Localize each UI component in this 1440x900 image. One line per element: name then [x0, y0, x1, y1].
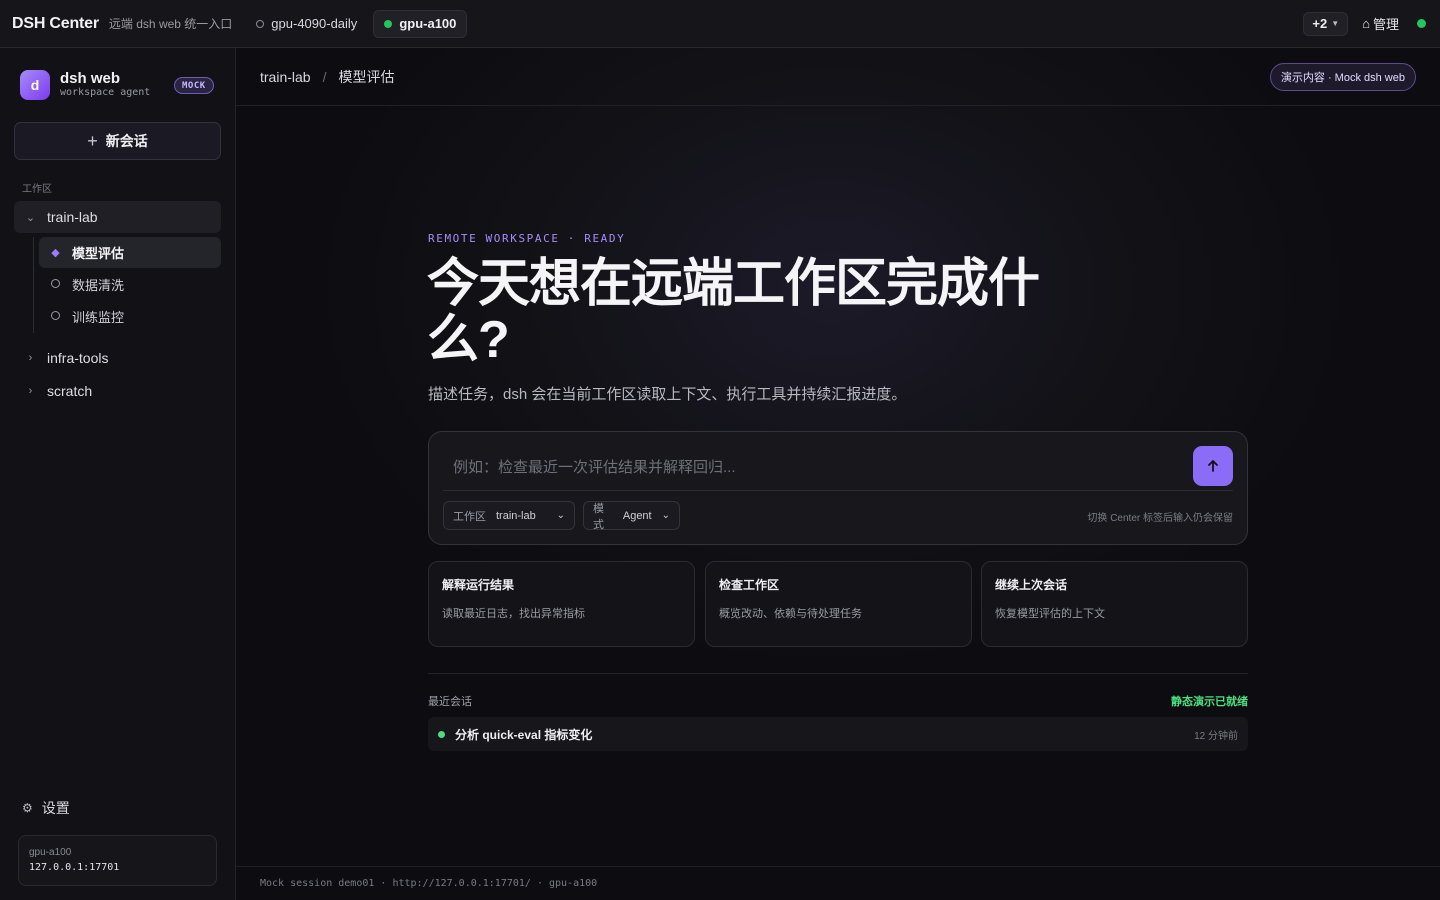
circle-icon — [39, 278, 72, 291]
gear-icon: ⚙ — [22, 801, 33, 815]
project-label: train-lab — [47, 209, 98, 225]
send-button[interactable] — [1193, 446, 1233, 486]
top-bar: DSH Center 远端 dsh web 统一入口 gpu-4090-dail… — [0, 0, 1440, 48]
circle-icon — [39, 310, 72, 323]
session-label: 模型评估 — [72, 246, 125, 261]
settings-label: 设置 — [41, 800, 70, 816]
prompt-input[interactable] — [443, 446, 1183, 488]
host-tab-label: gpu-a100 — [399, 16, 457, 31]
suggestion-card-explain-results[interactable]: 解释运行结果 读取最近日志，找出异常指标 — [428, 561, 695, 647]
caret-down-icon: ▼ — [1331, 19, 1340, 28]
more-hosts-count: +2 — [1312, 16, 1328, 31]
composer-hint: 切换 Center 标签后输入仍会保留 — [1087, 513, 1233, 524]
suggestion-title: 继续上次会话 — [995, 578, 1068, 592]
workspace-avatar: d — [20, 70, 50, 100]
recent-session-time: 12 分钟前 — [1194, 730, 1238, 742]
status-eyebrow: REMOTE WORKSPACE · READY — [428, 232, 626, 245]
mode-select-key: 模式 — [593, 502, 604, 531]
chevron-down-icon: ⌄ — [25, 211, 36, 224]
suggestion-card-continue-session[interactable]: 继续上次会话 恢复模型评估的上下文 — [981, 561, 1248, 647]
suggestion-desc: 恢复模型评估的上下文 — [995, 608, 1105, 620]
new-chat-label: 新会话 — [105, 133, 148, 149]
host-tab-gpu-a100[interactable]: gpu-a100 — [373, 9, 468, 38]
section-label: 工作区 — [22, 184, 52, 195]
recent-status: 静态演示已就绪 — [1171, 696, 1248, 708]
mode-select-value: Agent — [622, 509, 652, 522]
suggestion-desc: 概览改动、依赖与待处理任务 — [719, 608, 862, 620]
sidebar-item-model-eval[interactable]: ◆ 模型评估 — [39, 237, 221, 268]
project-label: infra-tools — [47, 350, 109, 366]
host-name: gpu-a100 — [29, 847, 72, 858]
demo-badge: 演示内容 · Mock dsh web — [1269, 63, 1416, 91]
recent-session-item[interactable]: 分析 quick-eval 指标变化 12 分钟前 — [428, 717, 1248, 751]
breadcrumb-separator: / — [322, 68, 327, 85]
host-info-card: gpu-a100 127.0.0.1:17701 — [18, 835, 217, 886]
tree-guide-line — [33, 237, 34, 333]
workspace-select-value: train-lab — [496, 509, 536, 522]
sidebar-item-data-cleaning[interactable]: 数据清洗 — [39, 269, 221, 300]
online-status-icon — [384, 19, 393, 28]
diamond-icon: ◆ — [51, 247, 60, 259]
suggestion-title: 检查工作区 — [719, 578, 780, 592]
workspace-header[interactable]: d dsh web workspace agent — [20, 70, 150, 100]
composer-divider — [443, 490, 1233, 491]
workspace-name: dsh web — [60, 70, 121, 87]
more-hosts-button[interactable]: +2 ▼ — [1303, 11, 1349, 36]
connection-status-icon — [1417, 19, 1426, 28]
settings-button[interactable]: ⚙ 设置 — [22, 798, 70, 818]
sidebar-item-infra-tools[interactable]: › infra-tools — [14, 342, 221, 374]
recent-session-title: 分析 quick-eval 指标变化 — [455, 727, 593, 742]
admin-button[interactable]: ⌂ 管理 — [1362, 14, 1399, 33]
recent-divider — [428, 673, 1248, 674]
sidebar: d dsh web workspace agent MOCK + 新会话 工作区… — [0, 48, 236, 900]
workspace-select[interactable]: 工作区 train-lab ⌄ — [443, 501, 575, 530]
breadcrumb-page: 模型评估 — [338, 68, 395, 85]
session-label: 数据清洗 — [72, 278, 125, 293]
page-title: 今天想在远端工作区完成什么? — [427, 255, 1040, 369]
breadcrumb-workspace[interactable]: train-lab — [260, 69, 311, 85]
suggestion-card-inspect-workspace[interactable]: 检查工作区 概览改动、依赖与待处理任务 — [705, 561, 972, 647]
breadcrumb: train-lab / 模型评估 — [236, 48, 1440, 106]
workspace-select-key: 工作区 — [453, 510, 486, 523]
offline-status-icon — [256, 19, 265, 28]
mock-badge: MOCK — [174, 77, 214, 94]
host-tab-gpu-4090-daily[interactable]: gpu-4090-daily — [246, 10, 367, 38]
chevron-right-icon: › — [28, 352, 33, 364]
sidebar-item-training-monitor[interactable]: 训练监控 — [39, 301, 221, 332]
brand-subtitle: 远端 dsh web 统一入口 — [108, 17, 233, 31]
plus-icon: + — [87, 130, 98, 151]
sidebar-item-scratch[interactable]: › scratch — [14, 375, 221, 407]
recent-sessions-label: 最近会话 — [428, 696, 472, 708]
session-status-icon — [438, 730, 445, 738]
chevron-down-icon: ⌄ — [661, 510, 670, 521]
suggestion-title: 解释运行结果 — [442, 578, 515, 592]
workspace-subtitle: workspace agent — [60, 87, 151, 98]
chevron-right-icon: › — [28, 385, 33, 397]
main-panel: train-lab / 模型评估 演示内容 · Mock dsh web REM… — [236, 48, 1440, 900]
sidebar-item-train-lab[interactable]: ⌄ train-lab — [14, 201, 221, 233]
host-address: 127.0.0.1:17701 — [29, 862, 120, 873]
suggestion-desc: 读取最近日志，找出异常指标 — [442, 608, 585, 620]
status-footer: Mock session demo01 · http://127.0.0.1:1… — [236, 866, 1440, 900]
composer: 工作区 train-lab ⌄ 模式 Agent ⌄ 切换 Center 标签后… — [428, 431, 1248, 545]
session-label: 训练监控 — [72, 310, 125, 325]
page-subtitle: 描述任务，dsh 会在当前工作区读取上下文、执行工具并持续汇报进度。 — [428, 386, 907, 403]
home-icon: ⌂ — [1362, 16, 1370, 31]
admin-label: 管理 — [1372, 17, 1399, 32]
chevron-down-icon: ⌄ — [556, 510, 565, 521]
brand-title[interactable]: DSH Center — [12, 15, 99, 33]
project-label: scratch — [47, 383, 93, 399]
host-tab-label: gpu-4090-daily — [271, 16, 358, 31]
arrow-up-icon — [1208, 460, 1218, 472]
new-chat-button[interactable]: + 新会话 — [14, 122, 221, 160]
mode-select[interactable]: 模式 Agent ⌄ — [583, 501, 680, 531]
